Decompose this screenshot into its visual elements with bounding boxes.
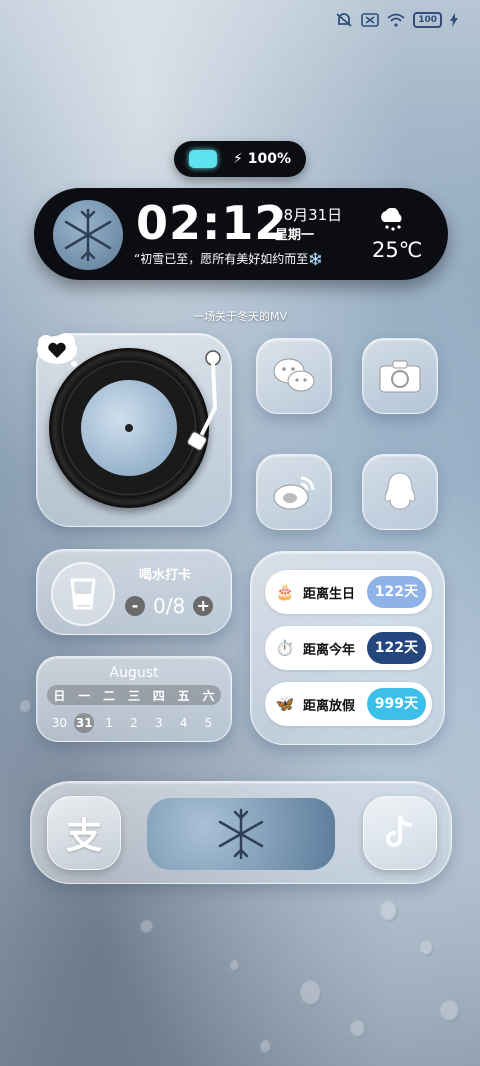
countdown-label: 距离放假 xyxy=(303,698,356,714)
calendar-date: 2 xyxy=(130,716,138,730)
weekday-label: 日 xyxy=(53,688,66,703)
snow-cloud-icon xyxy=(381,208,402,231)
countdown-value: 122天 xyxy=(366,576,426,608)
status-bar: 100 xyxy=(335,12,458,28)
countdown-label: 距离生日 xyxy=(303,586,356,602)
calendar-date: 5 xyxy=(204,716,213,730)
countdown-value: 999天 xyxy=(366,688,426,720)
countdown-value: 122天 xyxy=(366,632,426,664)
water-count: 0/8 xyxy=(153,594,186,618)
weibo-app-icon[interactable] xyxy=(256,454,332,530)
battery-cell-icon xyxy=(189,150,217,168)
calendar-date: 4 xyxy=(179,716,188,730)
calendar-date: 3 xyxy=(154,716,163,730)
countdown-widget[interactable]: 🎂 距离生日 122天 ⏱️ 距离今年 122天 🦋 距离放假 999天 xyxy=(250,551,445,745)
cup-icon xyxy=(70,578,96,610)
alipay-app-icon[interactable]: 支 xyxy=(47,796,121,870)
temperature: 25℃ xyxy=(372,238,423,262)
water-checkin-widget: 喝水打卡 - 0/8 + xyxy=(36,549,232,635)
snowflake-art xyxy=(53,200,123,270)
countdown-row-year: ⏱️ 距离今年 122天 xyxy=(265,626,432,670)
wechat-app-icon[interactable] xyxy=(256,338,332,414)
butterfly-icon: 🦋 xyxy=(275,695,295,713)
tonearm-icon[interactable] xyxy=(177,348,227,458)
dock: 支 xyxy=(30,781,452,884)
charging-bolt-icon: ⚡ xyxy=(233,151,243,167)
clock-time: 02:12 xyxy=(136,196,288,250)
charging-icon xyxy=(450,13,458,27)
calendar-month: August xyxy=(109,665,159,681)
bell-off-icon xyxy=(336,13,352,27)
heart-cloud-icon xyxy=(37,333,77,367)
cake-icon: 🎂 xyxy=(275,583,295,601)
snowflake-photo-widget[interactable] xyxy=(147,798,335,870)
water-minus-button[interactable]: - xyxy=(125,596,145,616)
calendar-date: 1 xyxy=(105,716,113,730)
alipay-icon: 支 xyxy=(65,816,102,857)
stopwatch-icon: ⏱️ xyxy=(275,639,295,657)
water-cup xyxy=(51,562,115,626)
snowflake-icon xyxy=(218,808,264,860)
battery-percent: 100% xyxy=(247,151,291,167)
camera-icon xyxy=(379,360,421,393)
battery-icon: 100 xyxy=(413,12,442,28)
weekday-label: 二 xyxy=(103,688,116,703)
wifi-icon xyxy=(387,13,405,27)
wechat-icon xyxy=(273,358,315,392)
clock-date: 08月31日 xyxy=(274,206,343,224)
weekday-label: 五 xyxy=(177,688,190,703)
calendar-date-row: 30 31 1 2 3 4 5 xyxy=(47,713,221,733)
clock-quote: “初雪已至，愿所有美好如约而至❄️ xyxy=(134,252,324,266)
weibo-icon xyxy=(273,476,315,510)
qq-penguin-icon xyxy=(384,472,416,510)
tiktok-app-icon[interactable] xyxy=(363,796,437,870)
weekday-label: 三 xyxy=(127,688,140,703)
calendar-date: 30 xyxy=(51,716,68,730)
sim-off-icon xyxy=(361,13,380,27)
mv-label: 一场关于冬天的MV xyxy=(192,310,287,323)
battery-pill: ⚡ 100% xyxy=(174,141,306,177)
countdown-label: 距离今年 xyxy=(303,642,356,658)
water-plus-button[interactable]: + xyxy=(193,596,214,616)
tiktok-icon xyxy=(386,815,412,847)
weekday-label: 六 xyxy=(202,688,215,703)
countdown-row-holiday: 🦋 距离放假 999天 xyxy=(265,682,432,726)
calendar-weekday-row: 日 一 二 三 四 五 六 xyxy=(47,685,221,705)
clock-weekday: 星期一 xyxy=(275,228,315,243)
weekday-label: 一 xyxy=(78,688,91,703)
snowflake-icon xyxy=(64,208,112,262)
clock-widget[interactable]: 02:12 08月31日 星期一 25℃ “初雪已至，愿所有美好如约而至❄️ xyxy=(34,188,448,280)
weekday-label: 四 xyxy=(152,688,165,703)
calendar-widget[interactable]: August 日 一 二 三 四 五 六 30 31 1 2 3 4 5 xyxy=(36,656,232,742)
camera-app-icon[interactable] xyxy=(362,338,438,414)
calendar-date-today: 31 xyxy=(74,713,95,733)
qq-app-icon[interactable] xyxy=(362,454,438,530)
countdown-row-birthday: 🎂 距离生日 122天 xyxy=(265,570,432,614)
water-title: 喝水打卡 xyxy=(139,568,192,583)
